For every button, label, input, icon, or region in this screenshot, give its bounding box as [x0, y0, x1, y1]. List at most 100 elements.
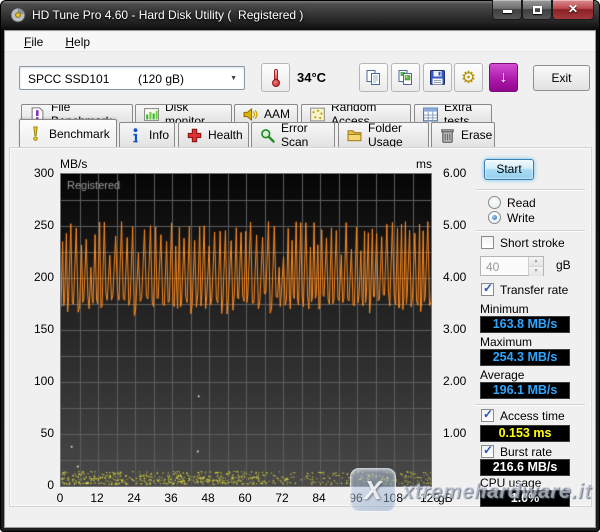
spinner-down-icon[interactable]: ▼ [529, 267, 543, 276]
menu-help[interactable]: Help [56, 33, 99, 51]
save-icon [429, 69, 446, 86]
copy-icon [365, 69, 382, 86]
tab-benchmark[interactable]: Benchmark [19, 119, 117, 147]
tab-aam[interactable]: AAM [234, 104, 298, 123]
exit-button[interactable]: Exit [533, 65, 590, 91]
minimum-label: Minimum [480, 302, 529, 316]
cpu-usage-value: 1.0% [480, 490, 570, 507]
tick-left-label: 200 [16, 270, 54, 284]
transfer-rate-plot [60, 173, 432, 487]
extra-tests-icon [423, 107, 438, 122]
short-stroke-unit: gB [556, 258, 571, 272]
save-button[interactable] [423, 63, 452, 92]
folder-icon [347, 128, 362, 143]
benchmark-tab-panel: MB/s ms gB 0501001502002503001.002.003.0… [9, 147, 592, 507]
check-icon: ✓ [483, 407, 493, 421]
drive-model: SPCC SSD101 [28, 72, 109, 86]
average-label: Average [480, 368, 524, 382]
window-title: HD Tune Pro 4.60 - Hard Disk Utility ( R… [32, 8, 303, 22]
spinner-up-icon[interactable]: ▲ [529, 257, 543, 267]
tick-bottom-label: 12 [80, 491, 114, 505]
disk-monitor-icon [144, 107, 159, 122]
drive-capacity: (120 gB) [138, 72, 184, 86]
access-time-label[interactable]: Access time [500, 409, 565, 423]
tick-bottom-label: 84 [302, 491, 336, 505]
separator [476, 404, 585, 406]
tick-bottom-label: 120 [413, 491, 447, 505]
copy-image-button[interactable] [391, 63, 420, 92]
write-radio[interactable] [488, 211, 501, 224]
tick-bottom-label: 0 [43, 491, 77, 505]
tab-error-scan[interactable]: Error Scan [251, 122, 335, 147]
maximize-icon [533, 6, 542, 14]
benchmark-controls: Start Read Write Short stroke 40 ▲ ▼ gB [468, 148, 593, 508]
download-arrow-icon: ↓ [500, 70, 508, 86]
copy-image-icon [397, 69, 414, 86]
access-time-value: 0.153 ms [480, 425, 570, 442]
burst-rate-label[interactable]: Burst rate [500, 445, 552, 459]
burst-rate-checkbox[interactable]: ✓ [481, 445, 494, 458]
spinner-buttons: ▲ ▼ [528, 257, 543, 275]
tick-bottom-label: 48 [191, 491, 225, 505]
check-icon: ✓ [483, 281, 493, 295]
minimize-button[interactable] [492, 0, 522, 20]
copy-button[interactable] [359, 63, 388, 92]
tab-strip: File Benchmark Disk monitor AAM Random A… [5, 101, 595, 147]
tab-extra-tests[interactable]: Extra tests [414, 104, 492, 123]
health-cross-icon [187, 128, 202, 143]
burst-rate-value: 216.6 MB/s [480, 459, 570, 476]
tick-bottom-label: 96 [339, 491, 373, 505]
y-left-axis-unit: MB/s [60, 157, 87, 171]
average-value: 196.1 MB/s [480, 382, 570, 399]
short-stroke-label[interactable]: Short stroke [500, 236, 565, 250]
access-time-checkbox[interactable]: ✓ [481, 409, 494, 422]
chevron-down-icon: ▼ [230, 75, 237, 82]
tick-bottom-label: 72 [265, 491, 299, 505]
short-stroke-checkbox[interactable] [481, 236, 494, 249]
read-radio-label[interactable]: Read [507, 196, 536, 210]
read-radio[interactable] [488, 196, 501, 209]
tab-erase[interactable]: Erase [431, 122, 495, 147]
tab-folder-usage[interactable]: Folder Usage [338, 122, 429, 147]
thermometer-icon [272, 69, 280, 87]
tick-bottom-label: 108 [376, 491, 410, 505]
aam-speaker-icon [243, 107, 258, 122]
caption-buttons: ✕ [492, 0, 594, 21]
transfer-rate-label[interactable]: Transfer rate [500, 283, 568, 297]
tick-left-label: 300 [16, 166, 54, 180]
maximum-value: 254.3 MB/s [480, 349, 570, 366]
options-button[interactable]: ⚙ [454, 63, 483, 92]
short-stroke-value: 40 [486, 260, 499, 274]
temperature-value: 34°C [297, 70, 326, 85]
close-icon: ✕ [553, 2, 593, 16]
maximize-button[interactable] [522, 0, 552, 20]
drive-selector[interactable]: SPCC SSD101 (120 gB) ▼ [19, 66, 245, 90]
transfer-rate-checkbox[interactable]: ✓ [481, 283, 494, 296]
tick-left-label: 0 [16, 478, 54, 492]
tick-bottom-label: 24 [117, 491, 151, 505]
minimum-value: 163.8 MB/s [480, 316, 570, 333]
start-button[interactable]: Start [484, 159, 534, 180]
tick-left-label: 250 [16, 218, 54, 232]
error-scan-magnifier-icon [260, 128, 275, 143]
tick-bottom-label: 60 [228, 491, 262, 505]
menu-file[interactable]: File [15, 33, 52, 51]
random-access-icon [310, 107, 325, 122]
tick-bottom-label: 36 [154, 491, 188, 505]
tab-random-access[interactable]: Random Access [301, 104, 411, 123]
trash-icon [440, 128, 455, 143]
client-area: File Help SPCC SSD101 (120 gB) ▼ 34°C [4, 30, 596, 528]
tick-left-label: 50 [16, 426, 54, 440]
tab-disk-monitor[interactable]: Disk monitor [135, 104, 232, 123]
separator [476, 230, 585, 232]
temperature-button[interactable] [261, 63, 290, 92]
tab-info[interactable]: Info [119, 122, 175, 147]
cpu-usage-label: CPU usage [480, 476, 541, 490]
title-bar[interactable]: HD Tune Pro 4.60 - Hard Disk Utility ( R… [0, 0, 600, 30]
update-button[interactable]: ↓ [489, 63, 518, 92]
tick-left-label: 100 [16, 374, 54, 388]
tab-health[interactable]: Health [178, 122, 249, 147]
close-button[interactable]: ✕ [552, 0, 594, 20]
write-radio-label[interactable]: Write [507, 211, 535, 225]
short-stroke-spinner[interactable]: 40 ▲ ▼ [480, 256, 544, 276]
